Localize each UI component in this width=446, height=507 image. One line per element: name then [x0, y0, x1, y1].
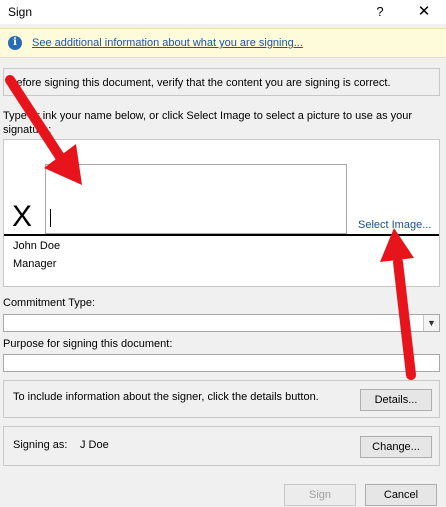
details-section: To include information about the signer,…: [3, 380, 440, 418]
signing-as-section: Signing as: J Doe Change...: [3, 426, 440, 466]
details-button[interactable]: Details...: [360, 389, 432, 411]
change-button[interactable]: Change...: [360, 436, 432, 458]
signature-input[interactable]: [45, 164, 347, 234]
window-title: Sign: [8, 5, 33, 19]
help-button[interactable]: ?: [370, 2, 390, 22]
title-bar: Sign ? ✕: [0, 0, 446, 24]
commitment-type-dropdown[interactable]: ▼: [3, 314, 440, 332]
details-text: To include information about the signer,…: [13, 391, 319, 403]
info-bar: i See additional information about what …: [0, 28, 446, 58]
commitment-type-label: Commitment Type:: [3, 297, 96, 309]
signer-title: Manager: [13, 258, 57, 270]
signing-as-value: J Doe: [80, 439, 109, 451]
select-image-link[interactable]: Select Image...: [358, 219, 431, 231]
info-icon: i: [8, 36, 22, 50]
cancel-button[interactable]: Cancel: [365, 484, 437, 506]
verify-notice: Before signing this document, verify tha…: [3, 68, 440, 96]
close-icon[interactable]: ✕: [412, 1, 436, 23]
signature-area: X Select Image... John Doe Manager: [3, 139, 440, 287]
additional-info-link[interactable]: See additional information about what yo…: [32, 37, 303, 49]
text-caret: [50, 209, 51, 227]
signature-line: [4, 234, 439, 236]
signature-instruction: Type or ink your name below, or click Se…: [3, 110, 413, 136]
signer-name: John Doe: [13, 240, 61, 252]
chevron-down-icon[interactable]: ▼: [423, 315, 439, 331]
sign-button[interactable]: Sign: [284, 484, 356, 506]
signing-as-label: Signing as:: [13, 439, 68, 451]
purpose-input[interactable]: [3, 354, 440, 372]
verify-text: Before signing this document, verify tha…: [9, 77, 391, 89]
signature-x-mark: X: [12, 200, 33, 233]
purpose-label: Purpose for signing this document:: [3, 338, 173, 350]
